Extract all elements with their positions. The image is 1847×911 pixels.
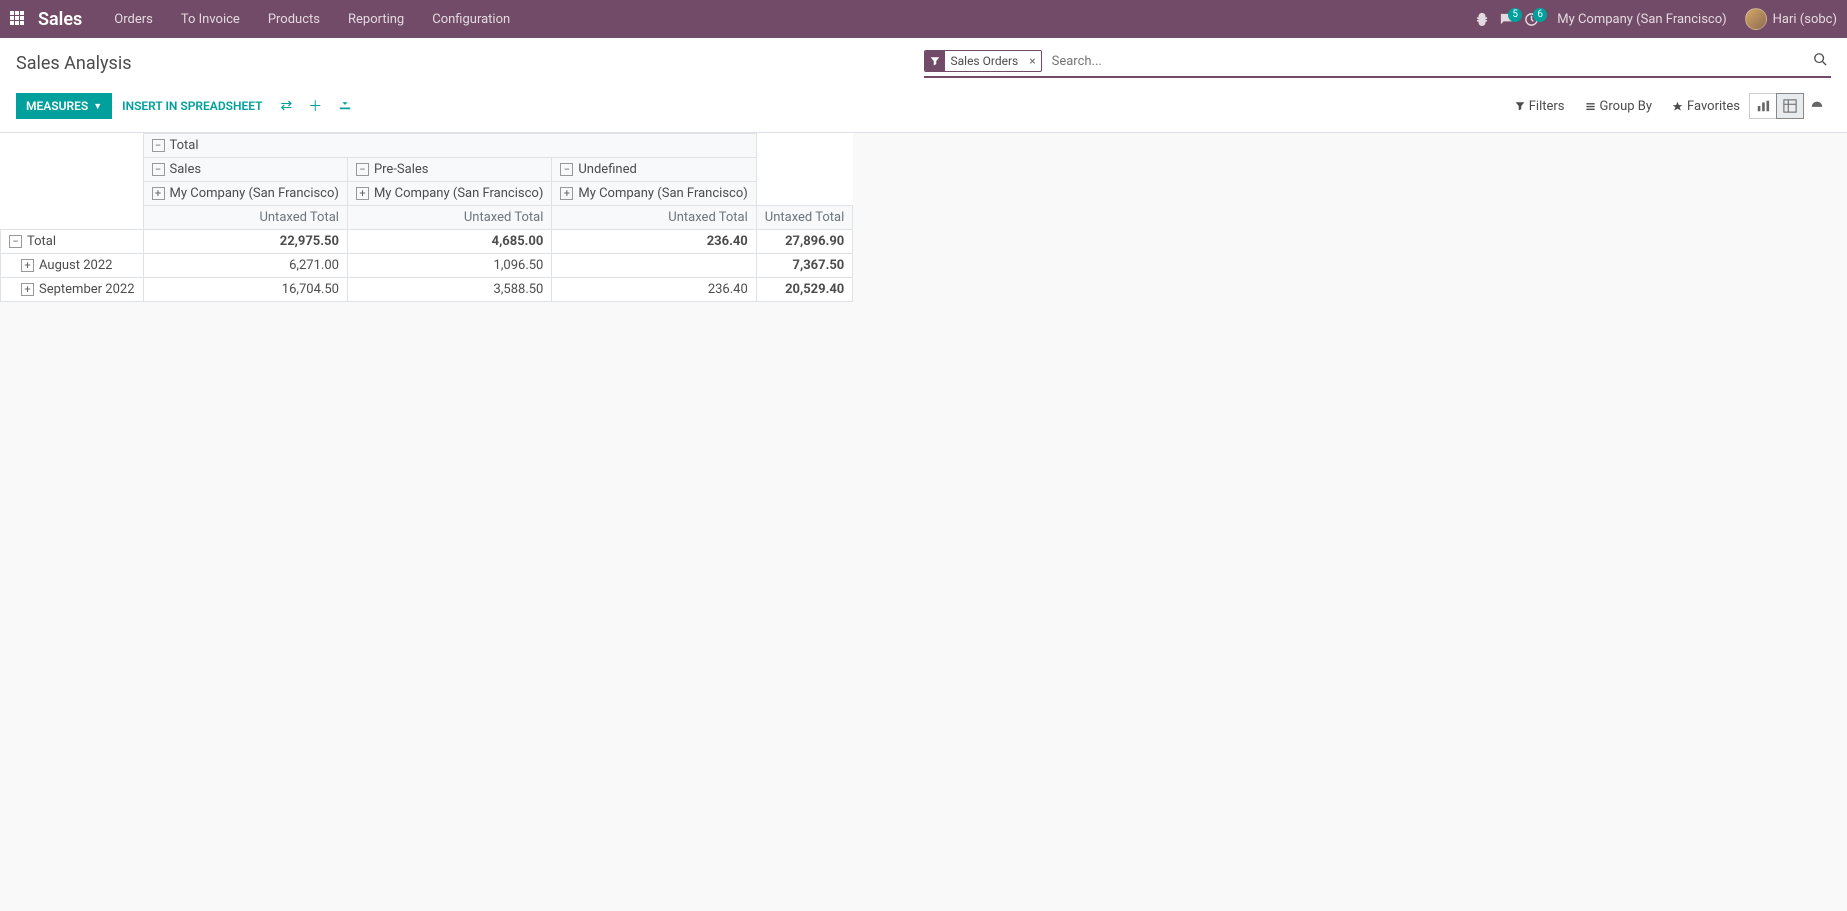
measures-button[interactable]: MEASURES▼ bbox=[16, 93, 112, 119]
page-title: Sales Analysis bbox=[16, 53, 924, 74]
company-selector[interactable]: My Company (San Francisco) bbox=[1557, 12, 1726, 27]
collapse-icon[interactable]: − bbox=[356, 163, 369, 176]
table-row: +August 20226,271.001,096.50 7,367.50 bbox=[1, 254, 853, 278]
debug-icon[interactable] bbox=[1475, 12, 1489, 26]
pivot-cell: 4,685.00 bbox=[347, 230, 551, 254]
collapse-icon[interactable]: − bbox=[152, 139, 165, 152]
groupby-dropdown[interactable]: Group By bbox=[1575, 94, 1663, 119]
pivot-table: −Total −Sales −Pre-Sales −Undefined +My … bbox=[0, 133, 853, 302]
table-row: −Total22,975.504,685.00236.4027,896.90 bbox=[1, 230, 853, 254]
control-panel: Sales Analysis Sales Orders × MEASURES▼ … bbox=[0, 38, 1847, 133]
facet-remove[interactable]: × bbox=[1024, 54, 1040, 68]
pivot-cell: 16,704.50 bbox=[143, 278, 347, 302]
pivot-cell bbox=[552, 254, 756, 278]
avatar bbox=[1745, 8, 1767, 30]
measure-header[interactable]: Untaxed Total bbox=[552, 206, 756, 230]
row-header[interactable]: +August 2022 bbox=[1, 254, 144, 278]
pivot-cell: 236.40 bbox=[552, 278, 756, 302]
activities-badge: 6 bbox=[1533, 8, 1547, 22]
table-row: +September 202216,704.503,588.50236.4020… bbox=[1, 278, 853, 302]
row-header[interactable]: −Total bbox=[1, 230, 144, 254]
pivot-cell: 3,588.50 bbox=[347, 278, 551, 302]
messages-badge: 5 bbox=[1508, 8, 1522, 22]
collapse-icon[interactable]: − bbox=[9, 235, 22, 248]
col-header-sales[interactable]: −Sales bbox=[143, 158, 347, 182]
search-button[interactable] bbox=[1809, 48, 1831, 74]
insert-spreadsheet-button[interactable]: INSERT IN SPREADSHEET bbox=[112, 93, 272, 119]
col-header-company[interactable]: +My Company (San Francisco) bbox=[552, 182, 756, 206]
measure-header[interactable]: Untaxed Total bbox=[756, 206, 852, 230]
facet-label: Sales Orders bbox=[945, 54, 1025, 68]
search-input[interactable] bbox=[1048, 52, 1809, 71]
measure-header[interactable]: Untaxed Total bbox=[143, 206, 347, 230]
filter-icon bbox=[925, 51, 945, 71]
menu-products[interactable]: Products bbox=[254, 12, 334, 27]
flip-axis-button[interactable]: ⇄ bbox=[272, 92, 300, 120]
col-header-company[interactable]: +My Company (San Francisco) bbox=[347, 182, 551, 206]
expand-icon[interactable]: + bbox=[21, 283, 34, 296]
pivot-cell: 22,975.50 bbox=[143, 230, 347, 254]
pivot-cell: 6,271.00 bbox=[143, 254, 347, 278]
view-switcher bbox=[1750, 93, 1831, 119]
pivot-cell: 20,529.40 bbox=[756, 278, 852, 302]
dashboard-view-button[interactable] bbox=[1803, 93, 1831, 119]
col-header-total[interactable]: −Total bbox=[143, 134, 756, 158]
row-header[interactable]: +September 2022 bbox=[1, 278, 144, 302]
activities-icon[interactable]: 6 bbox=[1524, 12, 1539, 27]
filters-dropdown[interactable]: Filters bbox=[1505, 94, 1575, 119]
app-brand[interactable]: Sales bbox=[38, 9, 82, 30]
download-button[interactable] bbox=[330, 91, 360, 121]
expand-all-button[interactable]: ＋ bbox=[300, 90, 330, 122]
menu-to-invoice[interactable]: To Invoice bbox=[167, 12, 254, 27]
pivot-cell: 7,367.50 bbox=[756, 254, 852, 278]
main-navbar: Sales Orders To Invoice Products Reporti… bbox=[0, 0, 1847, 38]
caret-down-icon: ▼ bbox=[93, 101, 102, 112]
favorites-dropdown[interactable]: Favorites bbox=[1662, 94, 1750, 119]
collapse-icon[interactable]: − bbox=[152, 163, 165, 176]
pivot-cell: 236.40 bbox=[552, 230, 756, 254]
pivot-table-container: −Total −Sales −Pre-Sales −Undefined +My … bbox=[0, 133, 1847, 302]
col-header-presales[interactable]: −Pre-Sales bbox=[347, 158, 551, 182]
search-bar[interactable]: Sales Orders × bbox=[924, 48, 1832, 78]
expand-icon[interactable]: + bbox=[356, 187, 369, 200]
col-header-company[interactable]: +My Company (San Francisco) bbox=[143, 182, 347, 206]
graph-view-button[interactable] bbox=[1749, 93, 1777, 119]
user-menu[interactable]: Hari (sobc) bbox=[1745, 8, 1837, 30]
menu-orders[interactable]: Orders bbox=[100, 12, 167, 27]
expand-icon[interactable]: + bbox=[21, 259, 34, 272]
pivot-view-button[interactable] bbox=[1776, 93, 1804, 119]
apps-icon[interactable] bbox=[10, 11, 26, 27]
menu-configuration[interactable]: Configuration bbox=[418, 12, 524, 27]
messages-icon[interactable]: 5 bbox=[1499, 12, 1514, 27]
expand-icon[interactable]: + bbox=[152, 187, 165, 200]
collapse-icon[interactable]: − bbox=[560, 163, 573, 176]
expand-icon[interactable]: + bbox=[560, 187, 573, 200]
search-facet: Sales Orders × bbox=[924, 50, 1042, 72]
col-header-undefined[interactable]: −Undefined bbox=[552, 158, 756, 182]
menu-reporting[interactable]: Reporting bbox=[334, 12, 418, 27]
pivot-cell: 27,896.90 bbox=[756, 230, 852, 254]
pivot-cell: 1,096.50 bbox=[347, 254, 551, 278]
measure-header[interactable]: Untaxed Total bbox=[347, 206, 551, 230]
